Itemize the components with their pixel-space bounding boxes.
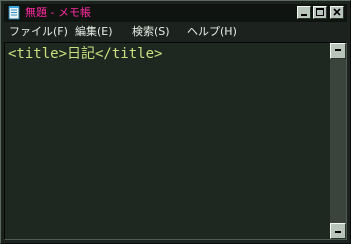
scroll-down-button[interactable] (330, 223, 346, 239)
close-button[interactable] (330, 6, 344, 19)
scroll-up-button[interactable] (330, 43, 346, 59)
menu-bar: ファイル(F) 編集(E) 検索(S) ヘルプ(H) (4, 23, 347, 41)
title-bar[interactable]: 無題 - メモ帳 (4, 4, 347, 22)
text-editor-area[interactable]: <title>日記</title> (4, 42, 347, 240)
notepad-icon[interactable] (6, 5, 22, 21)
menu-help[interactable]: ヘルプ(H) (187, 23, 237, 41)
menu-edit[interactable]: 編集(E) (75, 23, 113, 41)
editor-content[interactable]: <title>日記</title> (8, 45, 328, 63)
menu-file[interactable]: ファイル(F) (9, 23, 68, 41)
notepad-window: 無題 - メモ帳 ファイル(F) 編集(E) 検索(S) ヘルプ(H) <tit… (0, 0, 351, 244)
vertical-scrollbar[interactable] (330, 43, 346, 239)
scrollbar-track[interactable] (330, 59, 346, 223)
minimize-button[interactable] (297, 6, 311, 19)
maximize-button[interactable] (313, 6, 327, 19)
menu-search[interactable]: 検索(S) (132, 23, 170, 41)
window-title: 無題 - メモ帳 (25, 6, 91, 19)
